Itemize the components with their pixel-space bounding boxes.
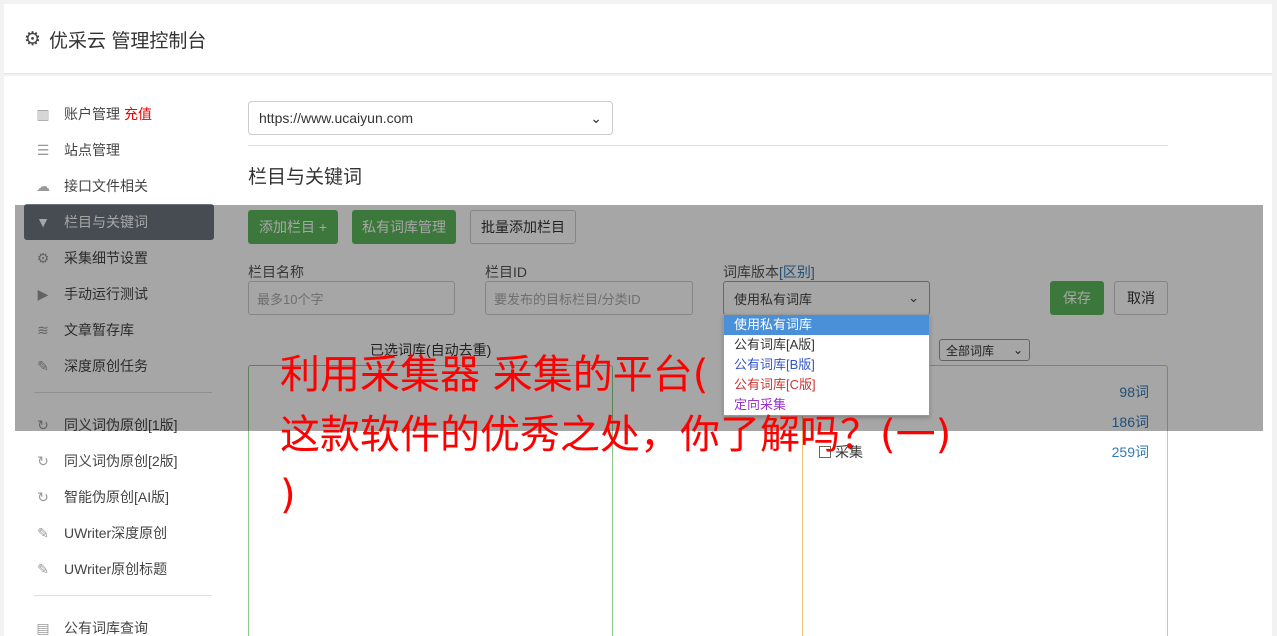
headline-line-2: 这款软件的优秀之处，你了解吗？(一) <box>280 412 952 458</box>
edit-icon: ✎ <box>37 560 49 577</box>
library-count: 259词 <box>1111 444 1149 460</box>
sidebar-item-label: UWriter原创标题 <box>64 561 168 577</box>
sidebar-item-label: 公有词库查询 <box>64 620 148 636</box>
sidebar-divider <box>34 595 212 596</box>
headline-line-1: 利用采集器 采集的平台( <box>280 352 709 398</box>
headline-line-3: ) <box>280 472 296 518</box>
top-bar: ⚙ 优采云 管理控制台 <box>4 4 1272 74</box>
sidebar-item-label: 智能伪原创[AI版] <box>64 489 170 505</box>
recharge-link[interactable]: 充值 <box>124 104 152 124</box>
section-title: 栏目与关键词 <box>248 167 363 188</box>
book-icon: ▤ <box>36 619 50 636</box>
app-title-text: 优采云 管理控制台 <box>49 31 207 52</box>
sidebar-item-uwriter-deep[interactable]: ✎ UWriter深度原创 <box>24 515 214 551</box>
sidebar-item-sites[interactable]: ☰ 站点管理 <box>24 132 214 168</box>
sidebar-item-public-lib[interactable]: ▤ 公有词库查询 <box>24 610 214 636</box>
bar-chart-icon: ▥ <box>36 105 50 122</box>
chevron-down-icon: ⌄ <box>590 109 602 126</box>
gear-icon: ⚙ <box>24 29 42 50</box>
divider <box>248 145 1168 146</box>
refresh-icon: ↻ <box>37 452 49 469</box>
sidebar-item-label: UWriter深度原创 <box>64 525 168 541</box>
edit-icon: ✎ <box>37 524 49 541</box>
sidebar-item-interface[interactable]: ☁ 接口文件相关 <box>24 168 214 204</box>
sidebar-item-uwriter-title[interactable]: ✎ UWriter原创标题 <box>24 551 214 587</box>
site-select[interactable]: https://www.ucaiyun.com ⌄ <box>248 101 613 135</box>
sidebar-item-ai-rewrite[interactable]: ↻ 智能伪原创[AI版] <box>24 479 214 515</box>
sidebar-item-label: 同义词伪原创[2版] <box>64 453 178 469</box>
sidebar-item-label: 账户管理 <box>64 106 120 122</box>
app-title: ⚙ 优采云 管理控制台 <box>24 26 206 53</box>
sidebar-item-label: 站点管理 <box>64 142 120 158</box>
refresh-icon: ↻ <box>37 488 49 505</box>
site-select-value: https://www.ucaiyun.com <box>259 110 414 126</box>
cloud-upload-icon: ☁ <box>36 177 50 194</box>
overlay-headline: 利用采集器 采集的平台( 这款软件的优秀之处，你了解吗？(一) ) <box>280 345 1020 525</box>
server-icon: ☰ <box>36 141 50 158</box>
sidebar-item-label: 接口文件相关 <box>64 178 148 194</box>
dropdown-option[interactable]: 使用私有词库 <box>724 315 929 335</box>
sidebar-item-synonym-v2[interactable]: ↻ 同义词伪原创[2版] <box>24 443 214 479</box>
sidebar-item-account[interactable]: ▥ 账户管理 充值 <box>24 96 214 132</box>
